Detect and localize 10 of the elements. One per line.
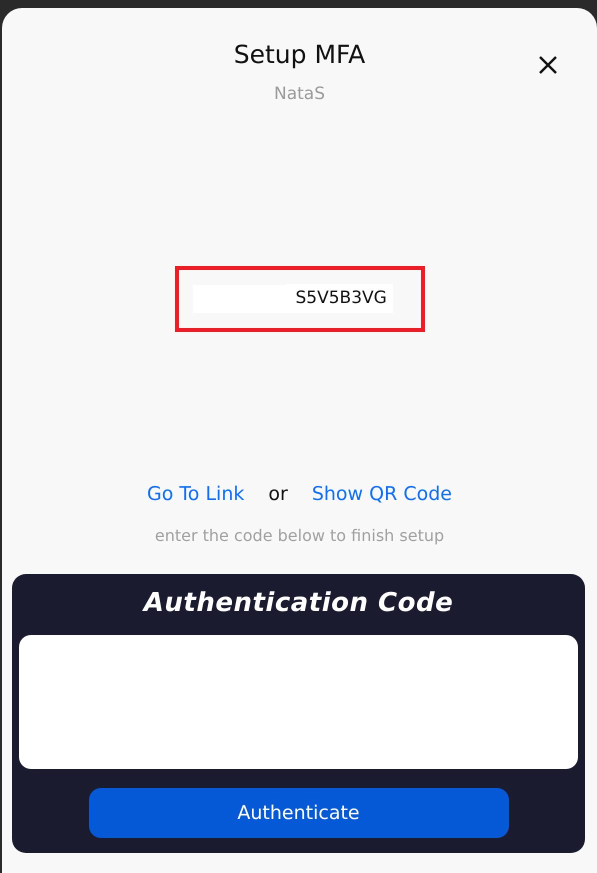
panel-title: Authentication Code [144, 587, 454, 620]
code-input-field[interactable] [19, 635, 578, 769]
secret-key-text: S5V5B3VG [286, 284, 393, 314]
hint-text: enter the code below to finish setup [154, 525, 444, 547]
text-link[interactable]: Show QR Code [312, 480, 452, 508]
dialog-title: Setup MFA [234, 40, 366, 70]
text-link[interactable]: Go To Link [147, 480, 244, 508]
authenticate-button[interactable]: Authenticate [88, 788, 508, 838]
separator-text: or [268, 482, 288, 506]
username-text: NataS [274, 83, 325, 106]
